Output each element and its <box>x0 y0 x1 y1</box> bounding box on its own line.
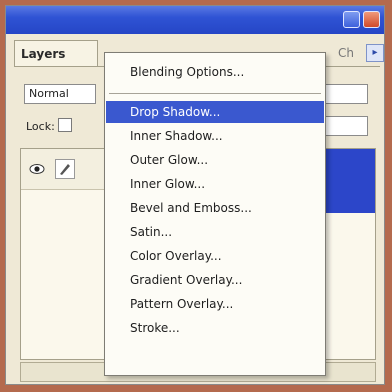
layer-style-context-menu: Blending Options... Drop Shadow... Inner… <box>104 52 326 376</box>
menu-item-gradient-overlay[interactable]: Gradient Overlay... <box>106 269 324 291</box>
opacity-field[interactable] <box>324 84 368 104</box>
tab-channels[interactable]: Ch <box>334 40 364 66</box>
blend-mode-dropdown[interactable]: Normal <box>24 84 96 104</box>
menu-item-blending-options[interactable]: Blending Options... <box>106 61 324 83</box>
menu-item-drop-shadow[interactable]: Drop Shadow... <box>106 101 324 123</box>
selected-layer-highlight[interactable] <box>321 149 375 213</box>
close-button[interactable] <box>363 11 380 28</box>
panel-menu-button[interactable]: ▸ <box>366 44 384 62</box>
maximize-button[interactable] <box>343 11 360 28</box>
lock-transparency-checkbox[interactable] <box>58 118 72 132</box>
triangle-right-icon: ▸ <box>372 47 378 58</box>
layers-panel-window: Layers Ch ▸ Normal Lock: Blending Option… <box>5 5 385 385</box>
tab-layers[interactable]: Layers <box>14 40 98 66</box>
menu-item-stroke[interactable]: Stroke... <box>106 317 324 339</box>
fill-field[interactable] <box>324 116 368 136</box>
lock-label: Lock: <box>26 120 55 133</box>
menu-separator <box>109 93 321 94</box>
menu-item-pattern-overlay[interactable]: Pattern Overlay... <box>106 293 324 315</box>
brush-icon[interactable] <box>55 159 75 179</box>
menu-item-satin[interactable]: Satin... <box>106 221 324 243</box>
menu-item-bevel-emboss[interactable]: Bevel and Emboss... <box>106 197 324 219</box>
menu-item-inner-glow[interactable]: Inner Glow... <box>106 173 324 195</box>
eye-icon[interactable] <box>29 161 45 177</box>
menu-item-color-overlay[interactable]: Color Overlay... <box>106 245 324 267</box>
menu-item-inner-shadow[interactable]: Inner Shadow... <box>106 125 324 147</box>
menu-item-outer-glow[interactable]: Outer Glow... <box>106 149 324 171</box>
title-bar[interactable] <box>6 6 384 34</box>
